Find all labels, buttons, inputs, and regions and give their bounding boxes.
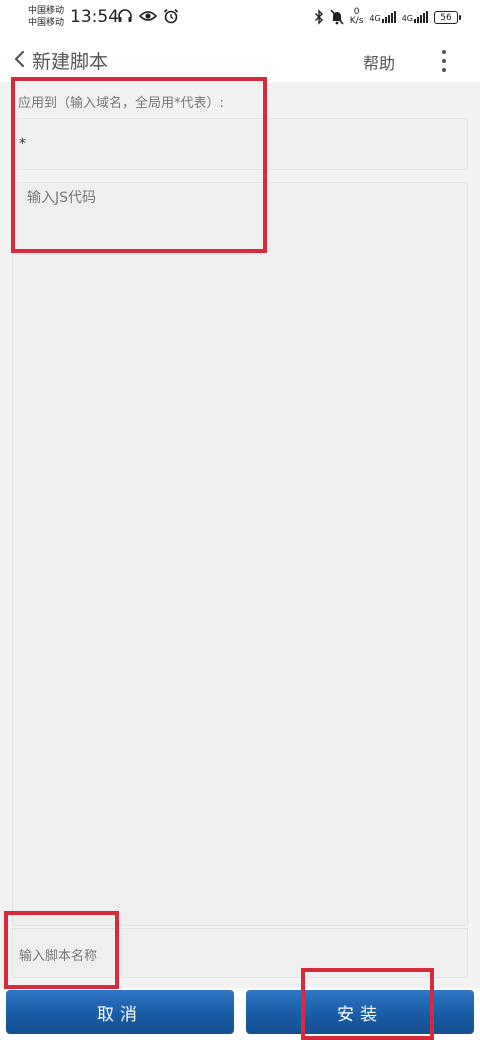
annotation-box-install bbox=[301, 968, 434, 1040]
network-speed: 0 K/s bbox=[350, 8, 364, 26]
carrier-2: 中国移动 bbox=[28, 18, 65, 28]
help-button[interactable]: 帮助 bbox=[363, 50, 395, 74]
more-menu-icon[interactable] bbox=[437, 50, 451, 72]
eye-icon bbox=[139, 11, 157, 21]
signal-2-label: 4G bbox=[401, 14, 413, 23]
status-bar: 中国移动 中国移动 13:54 0 K/s 4G 4G 56 bbox=[0, 0, 480, 38]
battery-icon: 56 bbox=[434, 10, 461, 24]
carrier-1: 中国移动 bbox=[28, 6, 65, 16]
mute-bell-icon bbox=[330, 9, 344, 25]
cancel-button[interactable]: 取消 bbox=[6, 990, 234, 1034]
js-code-input[interactable]: 输入JS代码 bbox=[12, 182, 468, 926]
annotation-box-top bbox=[11, 77, 267, 253]
carrier-info: 中国移动 中国移动 bbox=[28, 5, 64, 29]
bluetooth-icon bbox=[314, 9, 323, 25]
speed-unit: K/s bbox=[349, 16, 364, 26]
headphones-icon bbox=[118, 9, 132, 22]
back-chevron-icon[interactable] bbox=[8, 47, 32, 71]
clock: 13:54 bbox=[70, 7, 119, 27]
signal-1: 4G bbox=[369, 11, 396, 23]
signal-bars-icon bbox=[414, 11, 428, 23]
app-header: 新建脚本 帮助 bbox=[0, 38, 480, 82]
signal-1-label: 4G bbox=[369, 14, 381, 23]
signal-2: 4G bbox=[402, 11, 428, 23]
annotation-box-name bbox=[4, 911, 119, 989]
signal-bars-icon bbox=[381, 11, 396, 23]
page-title: 新建脚本 bbox=[32, 51, 109, 73]
alarm-icon bbox=[163, 8, 179, 24]
